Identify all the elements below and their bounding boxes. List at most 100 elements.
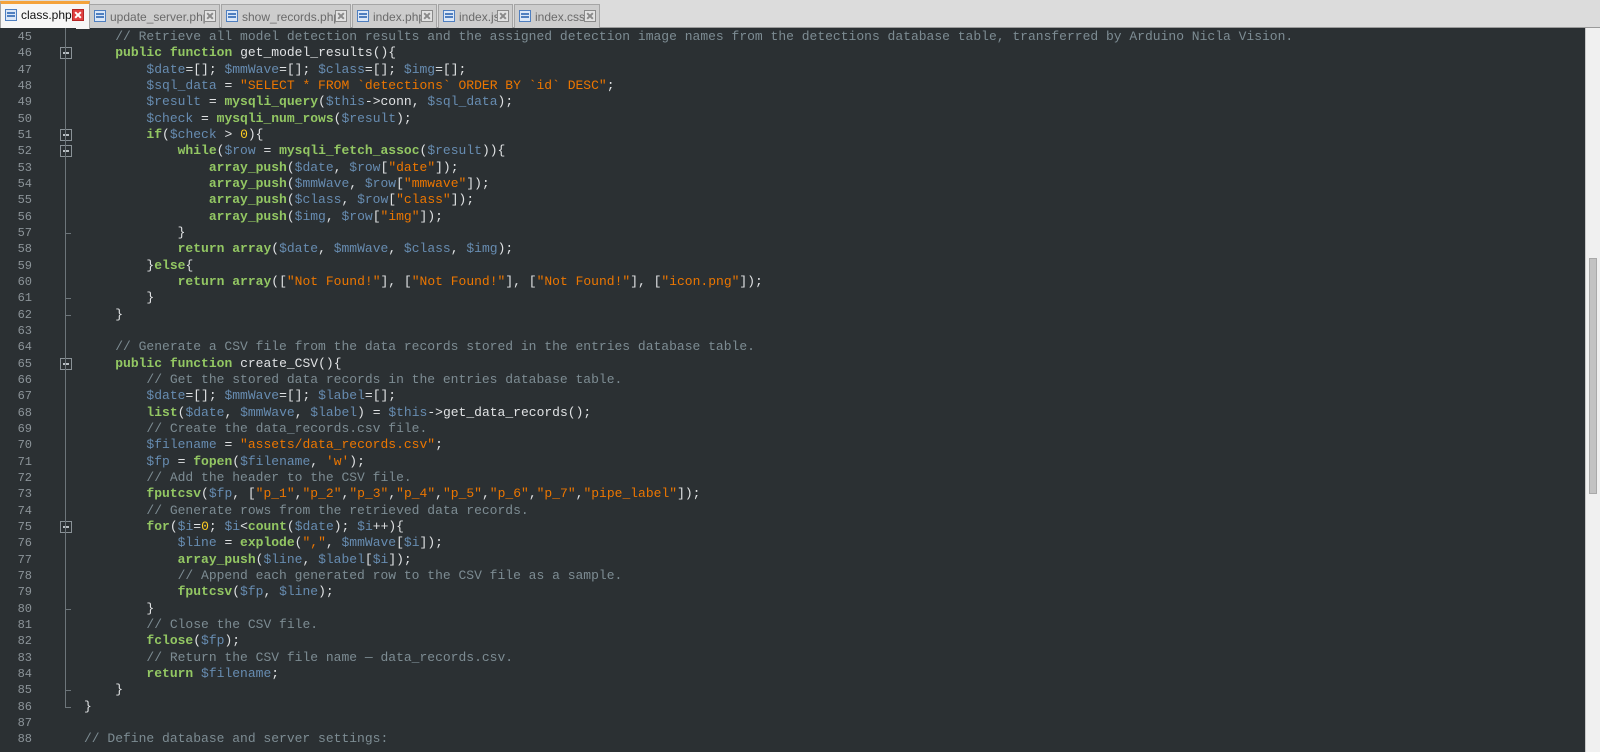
tab-label: index.js — [459, 10, 500, 24]
code-line[interactable]: // Return the CSV file name — data_recor… — [84, 650, 513, 667]
code-line[interactable]: array_push($date, $row["date"]); — [84, 160, 459, 177]
code-line[interactable]: fputcsv($fp, ["p_1","p_2","p_3","p_4","p… — [84, 486, 700, 503]
code-line[interactable]: $filename = "assets/data_records.csv"; — [84, 437, 442, 454]
code-line[interactable]: array_push($img, $row["img"]); — [84, 209, 443, 226]
fold-collapse-icon[interactable] — [60, 128, 72, 141]
code-line[interactable]: // Append each generated row to the CSV … — [84, 568, 623, 585]
line-number: 62 — [17, 307, 32, 322]
line-number: 57 — [17, 225, 32, 240]
php-file-icon — [226, 10, 238, 22]
line-number: 61 — [17, 291, 32, 306]
line-number: 80 — [17, 601, 32, 616]
line-number: 75 — [17, 519, 32, 534]
tab-label: show_records.php — [242, 10, 341, 24]
code-line[interactable]: list($date, $mmWave, $label) = $this->ge… — [84, 405, 591, 422]
code-line[interactable]: // Generate a CSV file from the data rec… — [84, 339, 755, 356]
line-number: 69 — [17, 421, 32, 436]
code-line[interactable]: // Create the data_records.csv file. — [84, 421, 427, 438]
line-number: 71 — [17, 454, 32, 469]
line-number: 59 — [17, 258, 32, 273]
close-tab-icon[interactable] — [421, 10, 433, 22]
code-line[interactable]: // Define database and server settings: — [84, 731, 388, 748]
line-number: 76 — [17, 536, 32, 551]
code-line[interactable]: public function get_model_results(){ — [84, 45, 396, 62]
code-editor[interactable]: 45 46 47 48 49 50 51 52 53 54 55 56 57 58 59 60 61 62 63 64… — [0, 28, 1585, 752]
tab-show-records-php[interactable]: show_records.php — [221, 4, 351, 28]
close-tab-icon[interactable] — [497, 10, 509, 22]
vertical-scrollbar[interactable] — [1585, 28, 1600, 752]
code-line[interactable]: for($i=0; $i<count($date); $i++){ — [84, 519, 404, 536]
code-line[interactable]: array_push($mmWave, $row["mmwave"]); — [84, 176, 490, 193]
code-line[interactable]: return array($date, $mmWave, $class, $im… — [84, 241, 514, 258]
code-line[interactable]: } — [84, 225, 186, 242]
code-line[interactable]: while($row = mysqli_fetch_assoc($result)… — [84, 143, 506, 160]
code-line[interactable]: $fp = fopen($filename, 'w'); — [84, 454, 364, 471]
scrollbar-thumb[interactable] — [1589, 258, 1597, 494]
code-line[interactable]: } — [84, 699, 92, 716]
line-number: 45 — [17, 30, 32, 44]
fold-collapse-icon[interactable] — [60, 520, 72, 533]
tab-class-php[interactable]: class.php — [0, 1, 90, 29]
code-line[interactable]: // Retrieve all model detection results … — [84, 29, 1293, 46]
fold-end-marker — [65, 706, 71, 708]
fold-collapse-icon[interactable] — [60, 145, 72, 158]
line-number: 81 — [17, 617, 32, 632]
line-number: 47 — [17, 62, 32, 77]
code-line[interactable]: return $filename; — [84, 666, 279, 683]
fold-collapse-icon[interactable] — [60, 357, 72, 370]
tab-label: index.php — [373, 10, 426, 24]
line-number: 85 — [17, 683, 32, 698]
line-number: 77 — [17, 552, 32, 567]
code-line[interactable]: $date=[]; $mmWave=[]; $class=[]; $img=[]… — [84, 62, 466, 79]
line-number: 50 — [17, 111, 32, 126]
code-line[interactable]: // Generate rows from the retrieved data… — [84, 503, 528, 520]
code-line[interactable]: public function create_CSV(){ — [84, 356, 341, 373]
fold-margin — [38, 28, 76, 752]
close-tab-icon[interactable] — [584, 10, 596, 22]
code-line[interactable]: }else{ — [84, 258, 193, 275]
code-line[interactable]: fclose($fp); — [84, 633, 240, 650]
code-line[interactable]: return array(["Not Found!"], ["Not Found… — [84, 274, 763, 291]
tab-update-server-php[interactable]: update_server.php — [89, 4, 220, 28]
php-file-icon — [443, 10, 455, 22]
line-number: 87 — [17, 715, 32, 730]
line-number: 68 — [17, 405, 32, 420]
fold-end-marker — [65, 298, 71, 300]
code-line[interactable]: // Add the header to the CSV file. — [84, 470, 411, 487]
close-tab-icon[interactable] — [204, 10, 216, 22]
code-line[interactable]: $line = explode(",", $mmWave[$i]); — [84, 535, 443, 552]
code-line[interactable]: $check = mysqli_num_rows($result); — [84, 111, 411, 128]
line-number: 88 — [17, 732, 32, 747]
tab-index-js[interactable]: index.js — [438, 4, 513, 28]
tab-index-css[interactable]: index.css — [514, 4, 600, 28]
code-line[interactable]: } — [84, 601, 154, 618]
tab-bar: class.php update_server.php show_records.p… — [0, 0, 1600, 29]
close-tab-icon[interactable] — [335, 10, 347, 22]
code-line[interactable]: array_push($line, $label[$i]); — [84, 552, 412, 569]
code-line[interactable]: } — [84, 307, 123, 324]
code-line[interactable]: fputcsv($fp, $line); — [84, 584, 334, 601]
line-number: 84 — [17, 666, 32, 681]
code-line[interactable]: $date=[]; $mmWave=[]; $label=[]; — [84, 388, 396, 405]
line-number: 51 — [17, 127, 32, 142]
tab-index-php[interactable]: index.php — [352, 4, 437, 28]
line-number: 67 — [17, 389, 32, 404]
tab-label: class.php — [21, 8, 72, 22]
fold-end-marker — [65, 608, 71, 610]
line-number: 53 — [17, 160, 32, 175]
code-line[interactable]: if($check > 0){ — [84, 127, 263, 144]
code-area[interactable]: // Retrieve all model detection results … — [76, 28, 1585, 752]
line-number: 73 — [17, 487, 32, 502]
code-line[interactable]: // Close the CSV file. — [84, 617, 318, 634]
close-tab-icon[interactable] — [72, 9, 84, 21]
code-line[interactable]: // Get the stored data records in the en… — [84, 372, 622, 389]
code-line[interactable]: array_push($class, $row["class"]); — [84, 192, 474, 209]
code-line[interactable]: } — [84, 290, 154, 307]
fold-collapse-icon[interactable] — [60, 47, 72, 60]
code-line[interactable]: $result = mysqli_query($this->conn, $sql… — [84, 94, 513, 111]
code-line[interactable]: $sql_data = "SELECT * FROM `detections` … — [84, 78, 614, 95]
code-line[interactable]: } — [84, 682, 123, 699]
line-number: 78 — [17, 568, 32, 583]
line-number: 64 — [17, 340, 32, 355]
line-number: 86 — [17, 699, 32, 714]
